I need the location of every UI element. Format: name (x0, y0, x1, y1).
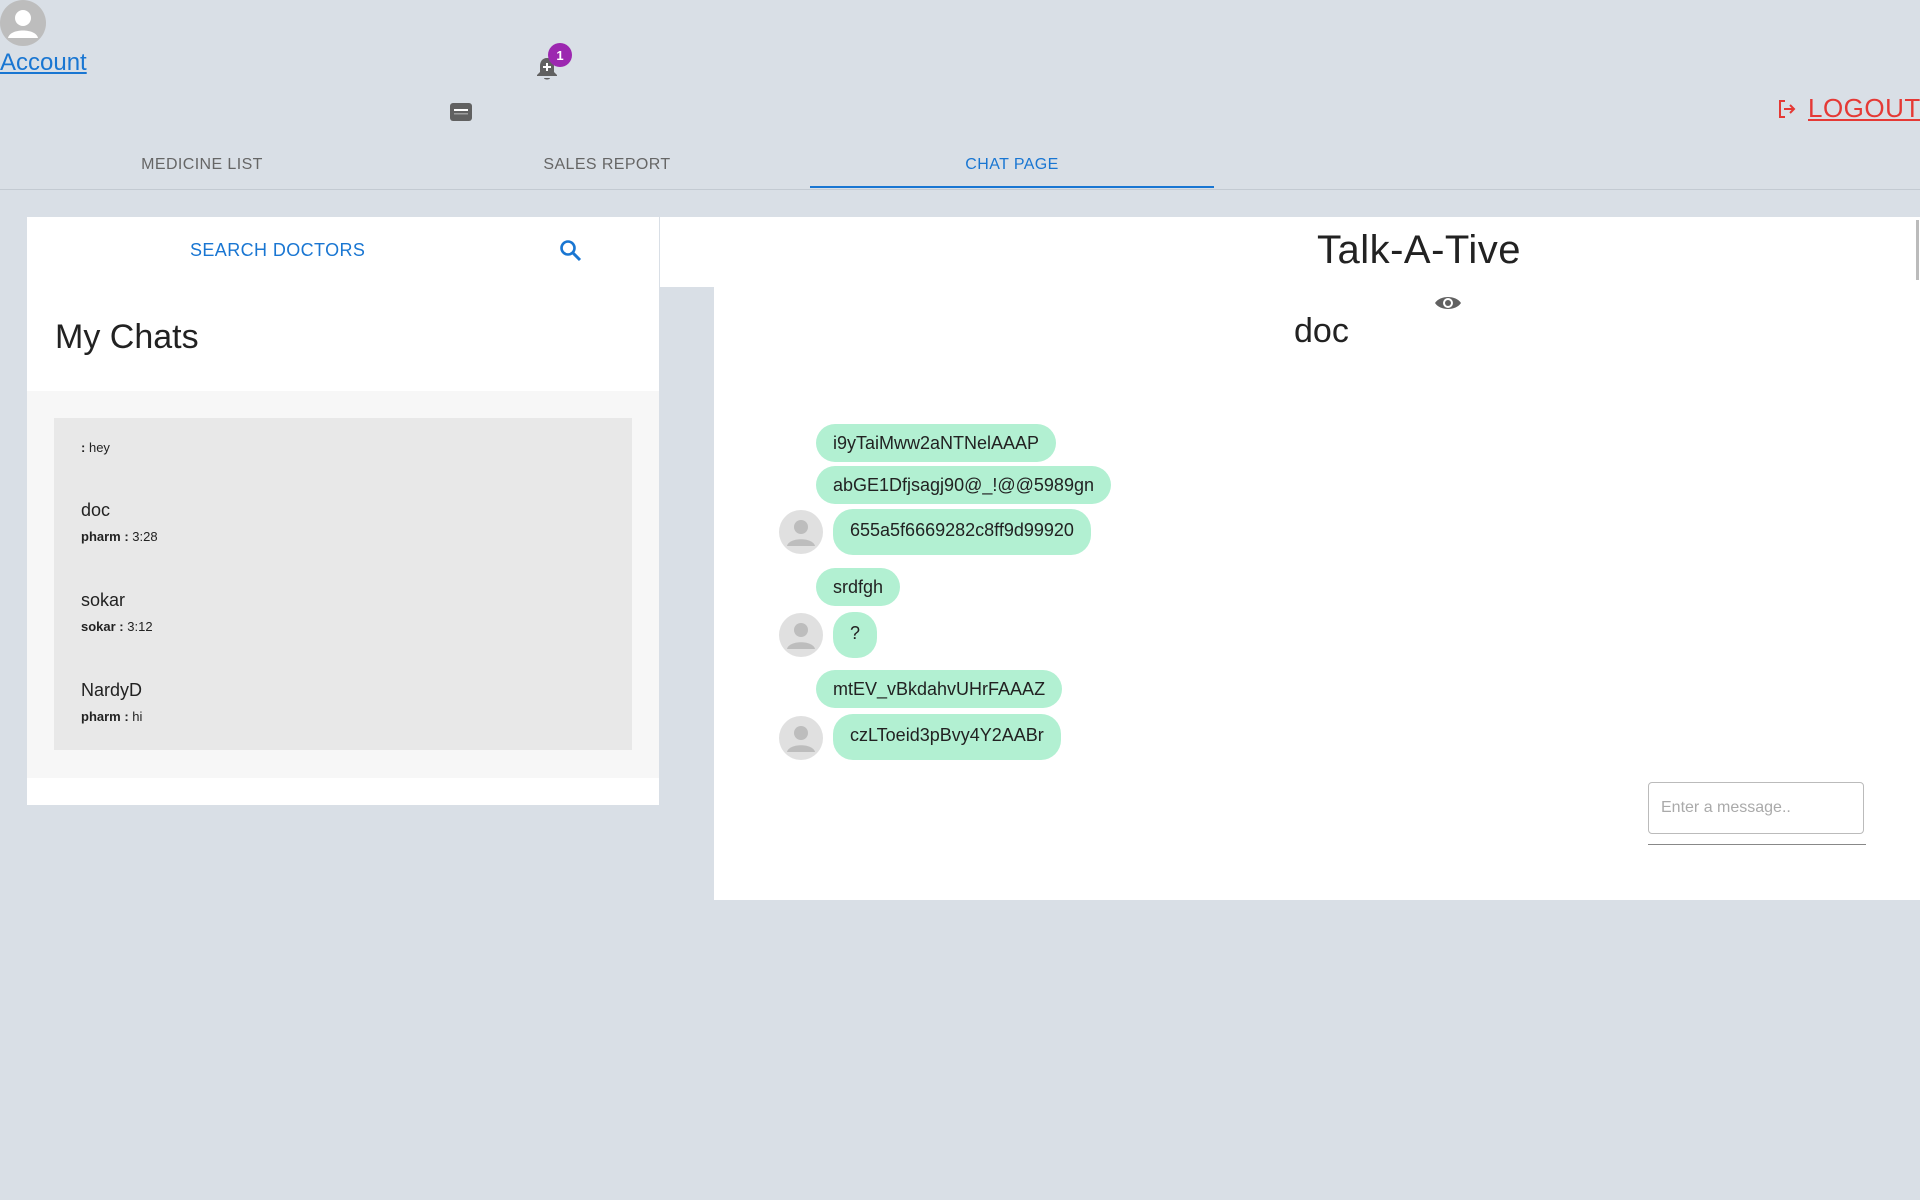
message-icon[interactable] (448, 101, 474, 123)
chat-latest-message: hi (132, 709, 143, 724)
message-bubble: mtEV_vBkdahvUHrFAAAZ (816, 670, 1063, 708)
logout-button[interactable]: LOGOUT (1776, 93, 1920, 124)
message-bubble: 655a5f6669282c8ff9d99920 (833, 509, 1091, 555)
active-tab-indicator (810, 186, 1214, 188)
chat-sender: : (81, 440, 86, 455)
chat-user-name: doc (1294, 312, 1349, 350)
sender-avatar[interactable] (779, 510, 823, 554)
chat-sender: sokar : (81, 619, 124, 634)
eye-icon[interactable] (1433, 290, 1463, 316)
chat-sender: pharm : (81, 709, 129, 724)
input-underline (1648, 844, 1866, 845)
scrollbar[interactable] (1916, 220, 1919, 280)
tab-bar: MEDICINE LIST SALES REPORT CHAT PAGE (0, 141, 1920, 190)
message-input[interactable] (1648, 782, 1864, 834)
message-bubble: srdfgh (816, 568, 901, 606)
tab-chat-page[interactable]: CHAT PAGE (810, 141, 1214, 189)
search-doctors-button[interactable]: SEARCH DOCTORS (190, 240, 365, 261)
tab-sales-report[interactable]: SALES REPORT (405, 141, 809, 189)
person-icon (8, 10, 38, 38)
app-title: Talk-A-Tive (1316, 228, 1522, 272)
logout-icon (1779, 99, 1796, 118)
message-bubble: czLToeid3pBvy4Y2AABr (833, 714, 1061, 760)
chat-name: doc (81, 500, 111, 520)
my-chats-title: My Chats (55, 318, 199, 356)
sender-avatar[interactable] (779, 613, 823, 657)
person-icon (787, 726, 815, 752)
search-icon[interactable] (558, 238, 584, 264)
chat-sender: pharm : (81, 529, 129, 544)
chat-list-item[interactable]: doc pharm : 3:28 (81, 500, 158, 544)
chat-latest-message: 3:12 (127, 619, 153, 634)
account-link[interactable]: Account (0, 49, 87, 77)
chat-latest-message: 3:28 (132, 529, 158, 544)
chat-name: NardyD (81, 680, 143, 700)
message-bubble: abGE1Dfjsagj90@_!@@5989gn (816, 466, 1111, 504)
account-avatar[interactable] (0, 0, 46, 46)
person-icon (787, 520, 815, 546)
tab-medicine-list[interactable]: MEDICINE LIST (0, 141, 404, 189)
chat-latest-message: hey (88, 440, 110, 455)
logout-label: LOGOUT (1808, 93, 1920, 123)
sender-avatar[interactable] (779, 716, 823, 760)
notification-badge: 1 (548, 43, 572, 67)
chat-list: : hey doc pharm : 3:28 sokar sokar : 3:1… (54, 418, 632, 750)
chat-list-item[interactable]: : hey (81, 440, 110, 455)
chat-name: sokar (81, 590, 126, 610)
message-bubble: i9yTaiMww2aNTNelAAAP (816, 424, 1057, 462)
chat-list-item[interactable]: NardyD pharm : hi (81, 680, 142, 724)
person-icon (787, 623, 815, 649)
message-bubble: ? (833, 612, 878, 658)
chat-list-item[interactable]: sokar sokar : 3:12 (81, 590, 153, 634)
